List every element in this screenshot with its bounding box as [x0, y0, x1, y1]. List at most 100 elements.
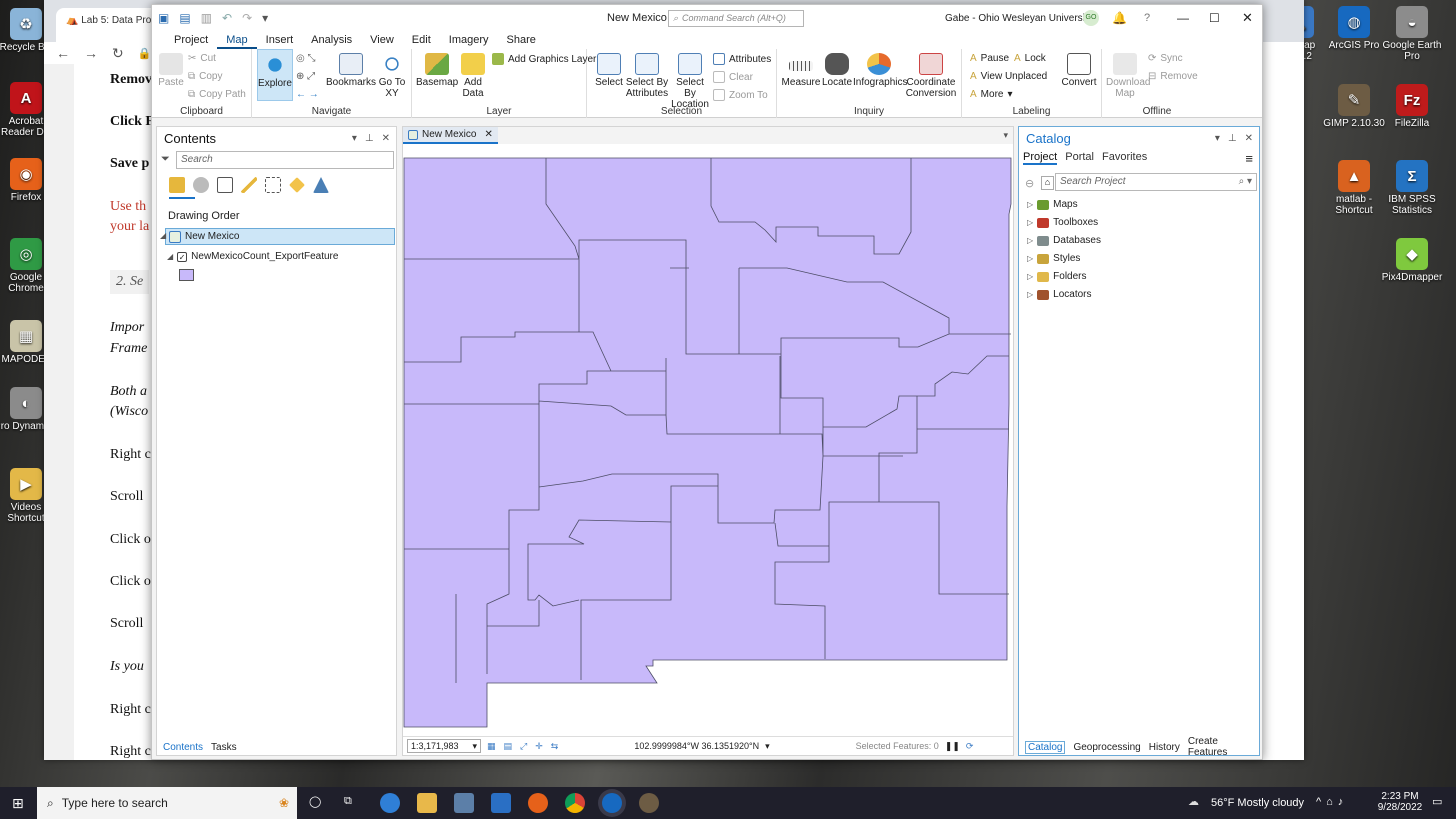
goto-xy-button[interactable]: Go To XY [376, 53, 408, 99]
basemap-button[interactable]: Basemap [416, 53, 458, 88]
locate-button[interactable]: Locate [821, 53, 853, 88]
select-button[interactable]: Select [593, 53, 625, 88]
copy-button[interactable]: ⧉ Copy [188, 71, 223, 82]
notifications-icon[interactable]: 🔔 [1112, 5, 1127, 31]
bookmarks-button[interactable]: Bookmarks [326, 53, 376, 88]
navigator-icon[interactable]: ⇆ [551, 741, 559, 752]
labeling-view-icon[interactable] [289, 177, 305, 193]
coordinate-conversion-button[interactable]: Coordinate Conversion [905, 53, 957, 99]
expand-map-icon[interactable]: ◢ [160, 231, 166, 240]
tab-close-icon[interactable]: ✕ [484, 129, 492, 140]
fixed-zoom-tools[interactable]: ◎ ⤡ [296, 53, 316, 64]
open-folder-icon[interactable]: ▤ [179, 11, 190, 25]
back-icon[interactable]: ← [56, 45, 70, 61]
new-mexico-state-shape[interactable] [403, 157, 1012, 728]
command-search[interactable]: ⌕ Command Search (Alt+Q) [668, 5, 804, 31]
lock-button[interactable]: A Lock [1014, 53, 1046, 64]
snapping-icon[interactable] [265, 177, 281, 193]
tab-history[interactable]: History [1149, 742, 1180, 753]
grid-icon[interactable]: ▦ [487, 741, 496, 752]
user-avatar[interactable]: GO [1083, 5, 1099, 31]
mail-icon[interactable] [491, 793, 511, 813]
zoom-to-button[interactable]: Zoom To [713, 89, 768, 101]
windows-start-icon[interactable]: ⊞ [12, 795, 24, 812]
tab-tasks[interactable]: Tasks [211, 742, 237, 753]
more-button[interactable]: A More ▾ [970, 89, 1013, 100]
crosshair-icon[interactable]: ✛ [535, 741, 543, 752]
catalog-item[interactable]: ▷ Locators [1027, 289, 1092, 300]
map-item-selected[interactable]: ◢ New Mexico [160, 228, 395, 245]
tab-insert[interactable]: Insert [257, 31, 303, 49]
reload-icon[interactable]: ↻ [112, 45, 124, 62]
tab-share[interactable]: Share [498, 31, 545, 49]
clock[interactable]: 2:23 PM 9/28/2022 [1372, 791, 1428, 813]
refresh-icon[interactable]: ⟳ [966, 741, 974, 752]
cut-button[interactable]: ✂ Cut [188, 53, 216, 64]
expand-arrow-icon[interactable]: ▷ [1027, 272, 1033, 281]
weather-text[interactable]: 56°F Mostly cloudy [1211, 797, 1304, 809]
file-explorer-icon[interactable] [417, 793, 437, 813]
cortana-icon[interactable]: ◯ [309, 795, 321, 808]
minimize-icon[interactable]: — [1177, 5, 1189, 31]
infographics-button[interactable]: Infographics [853, 53, 907, 88]
map-tab[interactable]: New Mexico ✕ [403, 127, 498, 144]
catalog-item[interactable]: ▷ Folders [1027, 271, 1087, 282]
catalog-item[interactable]: ▷ Databases [1027, 235, 1101, 246]
select-by-location-button[interactable]: Select By Location [669, 53, 711, 110]
desktop-icon[interactable]: Σ IBM SPSS Statistics [1380, 160, 1444, 216]
pane-menu-icon[interactable]: ▾ [352, 133, 357, 144]
visibility-checkbox-icon[interactable]: ✓ [177, 251, 188, 262]
expand-arrow-icon[interactable]: ▷ [1027, 290, 1033, 299]
arcgis-pro-taskbar-icon[interactable] [602, 793, 622, 813]
add-graphics-layer-button[interactable]: Add Graphics Layer [492, 53, 596, 65]
user-name[interactable]: Gabe - Ohio Wesleyan University [945, 5, 1093, 31]
catalog-tab-portal[interactable]: Portal [1065, 151, 1094, 165]
firefox-icon[interactable] [528, 793, 548, 813]
full-extent-tools[interactable]: ⊕ ⤢ [296, 71, 315, 82]
desktop-icon[interactable]: Fz FileZilla [1380, 84, 1444, 129]
pane-menu-icon[interactable]: ▾ [1215, 133, 1220, 144]
editing-icon[interactable] [241, 177, 257, 193]
expand-arrow-icon[interactable]: ▷ [1027, 218, 1033, 227]
desktop-icon[interactable]: ◆ Pix4Dmapper [1380, 238, 1444, 283]
back-icon[interactable]: ⊖ [1025, 177, 1034, 190]
measure-button[interactable]: Measure [781, 53, 821, 88]
pin-icon[interactable]: ⊥ [365, 133, 374, 144]
chrome-icon[interactable] [565, 793, 585, 813]
desktop-icon[interactable]: ▲ matlab - Shortcut [1322, 160, 1386, 216]
store-icon[interactable] [454, 793, 474, 813]
help-icon[interactable]: ? [1144, 5, 1150, 31]
catalog-tab-project[interactable]: Project [1023, 151, 1058, 165]
layer-symbol-swatch[interactable] [179, 269, 194, 281]
explore-button[interactable]: Explore [257, 49, 293, 101]
attributes-button[interactable]: Attributes [713, 53, 771, 65]
filter-icon[interactable]: ⏷ [161, 153, 170, 166]
system-tray-icons[interactable]: ^⌂♪ [1316, 796, 1348, 808]
add-data-button[interactable]: Add Data [458, 53, 488, 99]
contents-search-input[interactable]: Search [176, 151, 394, 169]
catalog-search-input[interactable]: Search Project ⌕ ▾ [1055, 173, 1257, 191]
save-icon[interactable]: ▥ [201, 11, 212, 25]
convert-button[interactable]: Convert [1060, 53, 1098, 88]
catalog-item[interactable]: ▷ Styles [1027, 253, 1080, 264]
source-icon[interactable] [193, 177, 209, 193]
catalog-item[interactable]: ▷ Maps [1027, 199, 1078, 210]
gimp-icon[interactable] [639, 793, 659, 813]
expand-layer-icon[interactable]: ◢ [167, 252, 173, 261]
tab-catalog[interactable]: Catalog [1025, 740, 1066, 754]
layer-item[interactable]: ◢ ✓ NewMexicoCount_ExportFeature [167, 251, 338, 262]
tab-create-features[interactable]: Create Features [1188, 736, 1259, 758]
notification-center-icon[interactable]: ▭ [1432, 795, 1442, 808]
home-icon[interactable]: ⌂ [1041, 176, 1054, 190]
tab-view[interactable]: View [361, 31, 403, 49]
desktop-icon[interactable]: ✎ GIMP 2.10.30 [1322, 84, 1386, 129]
remove-button[interactable]: ⊟ Remove [1148, 71, 1198, 82]
expand-arrow-icon[interactable]: ▷ [1027, 236, 1033, 245]
tab-contents[interactable]: Contents [163, 742, 203, 753]
forward-icon[interactable]: → [84, 45, 98, 61]
taskbar-search[interactable]: ⌕ Type here to search ❀ [37, 787, 297, 819]
view-unplaced-button[interactable]: A View Unplaced [970, 71, 1047, 82]
pane-close-icon[interactable]: ✕ [382, 133, 390, 144]
chevron-down-icon[interactable]: ▾ [765, 741, 770, 752]
paste-button[interactable]: Paste [157, 53, 185, 88]
